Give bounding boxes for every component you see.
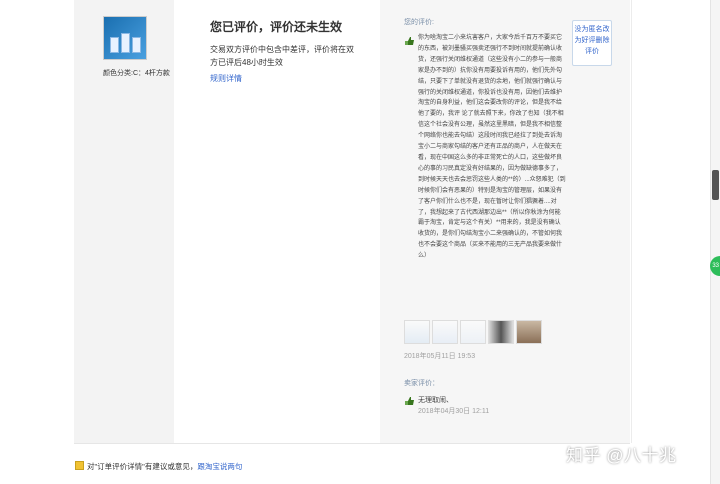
seller-review-date: 2018年04月30日 12:11	[418, 408, 490, 415]
watermark: 知乎 @八十兆	[566, 446, 677, 465]
product-image-part	[110, 37, 119, 53]
feedback-bar: 对"订单评价详情"有建议或意见，跟淘宝说两句	[87, 461, 242, 472]
review-photo[interactable]	[404, 320, 430, 344]
scrollbar[interactable]	[710, 0, 720, 484]
feedback-icon	[75, 461, 84, 470]
review-photo[interactable]	[460, 320, 486, 344]
change-review-button[interactable]: 没为匿名改为好评删除评价	[572, 20, 612, 66]
item-column	[74, 0, 174, 443]
your-review-label: 您的评价:	[404, 19, 434, 26]
scrollbar-thumb[interactable]	[712, 170, 719, 200]
review-date: 2018年05月11日 19:53	[404, 353, 476, 360]
product-spec: 颜色分类:C：4杆方款	[103, 70, 170, 77]
review-photo[interactable]	[516, 320, 542, 344]
review-status-description: 交易双方评价中包含中差评，评价将在双方已评后48小时生效	[210, 45, 354, 67]
review-photo[interactable]	[488, 320, 514, 344]
seller-review-text: 无理取闹、	[418, 397, 453, 404]
product-thumbnail[interactable]	[103, 16, 147, 60]
divider	[74, 443, 630, 444]
feedback-prefix: 对"订单评价详情"有建议或意见，	[87, 462, 198, 471]
product-image-part	[132, 37, 141, 53]
review-icon	[405, 37, 414, 45]
review-photo[interactable]	[432, 320, 458, 344]
review-text: 你为啥淘宝二小来坑害客户，大家今后千百万不要买它的东西，被刘墨骚买强卖还强行不到…	[418, 35, 566, 260]
review-status-title: 您已评价，评价还未生效	[210, 20, 343, 34]
feedback-link[interactable]: 跟淘宝说两句	[197, 462, 242, 471]
review-icon	[405, 397, 414, 405]
seller-review-label: 卖家评价：	[404, 380, 439, 387]
product-image-part	[121, 33, 130, 53]
rules-detail-link[interactable]: 规则详情	[210, 73, 242, 84]
outer-margin	[0, 0, 74, 484]
